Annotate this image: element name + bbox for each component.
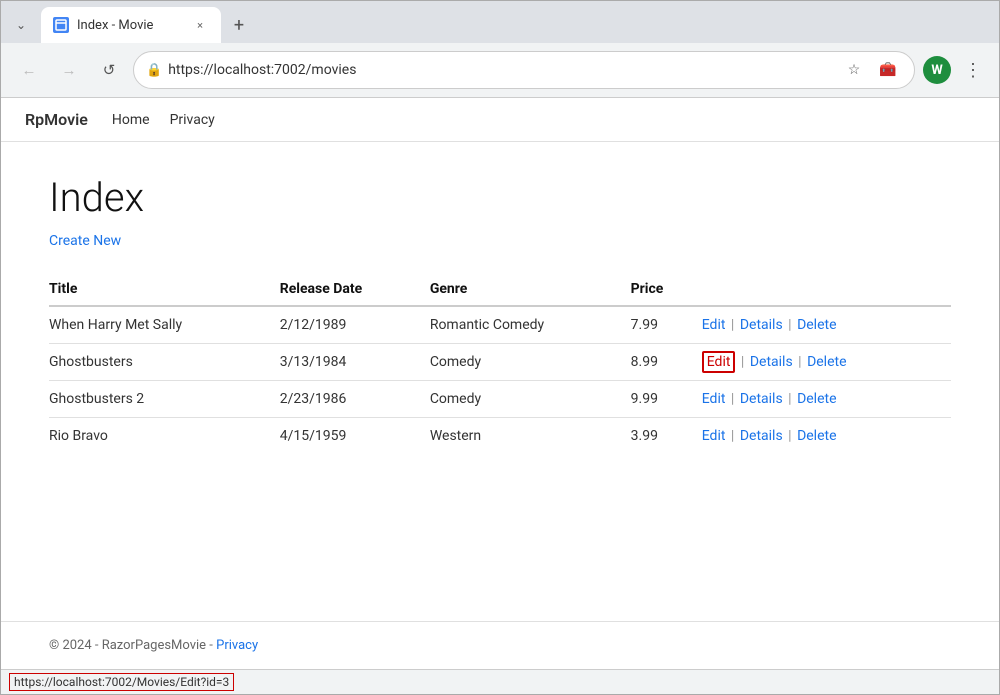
tab-controls: ⌄ [9, 13, 33, 37]
cell-genre: Western [430, 418, 631, 455]
page-content: RpMovie Home Privacy Index Create New Ti… [1, 98, 999, 669]
tab-close-button[interactable]: × [191, 16, 209, 34]
table-header: Title Release Date Genre Price [49, 273, 951, 306]
tab-title: Index - Movie [77, 18, 183, 33]
nav-home-link[interactable]: Home [112, 112, 150, 128]
bookmark-icon[interactable]: ☆ [840, 56, 868, 84]
new-tab-button[interactable]: + [225, 11, 253, 39]
site-brand: RpMovie [25, 110, 88, 129]
col-genre: Genre [430, 273, 631, 306]
forward-button[interactable]: → [53, 54, 85, 86]
tab-dropdown-btn[interactable]: ⌄ [9, 13, 33, 37]
cell-genre: Comedy [430, 344, 631, 381]
footer-privacy-link[interactable]: Privacy [216, 638, 258, 653]
cell-title: Ghostbusters [49, 344, 280, 381]
active-tab[interactable]: Index - Movie × [41, 7, 221, 43]
tab-favicon [53, 17, 69, 33]
col-actions [702, 273, 951, 306]
menu-button[interactable]: ⋮ [959, 56, 987, 84]
nav-privacy-link[interactable]: Privacy [170, 112, 215, 128]
address-bar[interactable]: 🔒 https://localhost:7002/movies ☆ 🧰 [133, 51, 915, 89]
sep1: | [731, 428, 734, 444]
back-button[interactable]: ← [13, 54, 45, 86]
extensions-icon[interactable]: 🧰 [874, 56, 902, 84]
edit-link[interactable]: Edit [702, 317, 726, 333]
edit-link[interactable]: Edit [702, 391, 726, 407]
table-row: Rio Bravo 4/15/1959 Western 3.99 Edit | … [49, 418, 951, 455]
site-footer: © 2024 - RazorPagesMovie - Privacy [1, 621, 999, 669]
table-body: When Harry Met Sally 2/12/1989 Romantic … [49, 306, 951, 454]
sep2: | [798, 354, 801, 370]
cell-genre: Comedy [430, 381, 631, 418]
site-nav-links: Home Privacy [112, 112, 215, 128]
details-link[interactable]: Details [750, 354, 793, 370]
status-bar: https://localhost:7002/Movies/Edit?id=3 [1, 669, 999, 694]
cell-price: 3.99 [631, 418, 702, 455]
cell-actions: Edit | Details | Delete [702, 344, 951, 381]
cell-release-date: 3/13/1984 [280, 344, 430, 381]
cell-release-date: 4/15/1959 [280, 418, 430, 455]
cell-price: 7.99 [631, 306, 702, 344]
browser-toolbar: ← → ↺ 🔒 https://localhost:7002/movies ☆ … [1, 43, 999, 98]
cell-title: When Harry Met Sally [49, 306, 280, 344]
tab-bar: ⌄ Index - Movie × + [1, 1, 999, 43]
movies-table: Title Release Date Genre Price When Harr… [49, 273, 951, 454]
status-bar-url: https://localhost:7002/Movies/Edit?id=3 [9, 673, 234, 691]
browser-window: ⌄ Index - Movie × + ← → ↺ 🔒 https://loca… [0, 0, 1000, 695]
delete-link[interactable]: Delete [797, 391, 836, 407]
sep1: | [731, 317, 734, 333]
cell-actions: Edit | Details | Delete [702, 381, 951, 418]
edit-link[interactable]: Edit [702, 428, 726, 444]
address-actions: ☆ 🧰 [840, 56, 902, 84]
col-title: Title [49, 273, 280, 306]
security-icon: 🔒 [146, 63, 162, 78]
edit-link[interactable]: Edit [702, 351, 736, 373]
page-title: Index [49, 174, 951, 221]
reload-button[interactable]: ↺ [93, 54, 125, 86]
cell-title: Ghostbusters 2 [49, 381, 280, 418]
table-row: When Harry Met Sally 2/12/1989 Romantic … [49, 306, 951, 344]
sep2: | [788, 428, 791, 444]
cell-release-date: 2/23/1986 [280, 381, 430, 418]
cell-genre: Romantic Comedy [430, 306, 631, 344]
table-row: Ghostbusters 2 2/23/1986 Comedy 9.99 Edi… [49, 381, 951, 418]
cell-release-date: 2/12/1989 [280, 306, 430, 344]
profile-button[interactable]: W [923, 56, 951, 84]
sep1: | [741, 354, 744, 370]
col-release-date: Release Date [280, 273, 430, 306]
url-text: https://localhost:7002/movies [168, 62, 834, 78]
delete-link[interactable]: Delete [797, 317, 836, 333]
site-nav: RpMovie Home Privacy [1, 98, 999, 142]
create-new-link[interactable]: Create New [49, 233, 121, 249]
sep2: | [788, 391, 791, 407]
cell-actions: Edit | Details | Delete [702, 418, 951, 455]
col-price: Price [631, 273, 702, 306]
cell-actions: Edit | Details | Delete [702, 306, 951, 344]
main-content: Index Create New Title Release Date Genr… [1, 142, 999, 621]
sep2: | [788, 317, 791, 333]
cell-title: Rio Bravo [49, 418, 280, 455]
details-link[interactable]: Details [740, 391, 783, 407]
delete-link[interactable]: Delete [807, 354, 846, 370]
delete-link[interactable]: Delete [797, 428, 836, 444]
footer-copyright: © 2024 - RazorPagesMovie - [49, 638, 216, 653]
details-link[interactable]: Details [740, 428, 783, 444]
details-link[interactable]: Details [740, 317, 783, 333]
table-row: Ghostbusters 3/13/1984 Comedy 8.99 Edit … [49, 344, 951, 381]
cell-price: 8.99 [631, 344, 702, 381]
cell-price: 9.99 [631, 381, 702, 418]
sep1: | [731, 391, 734, 407]
